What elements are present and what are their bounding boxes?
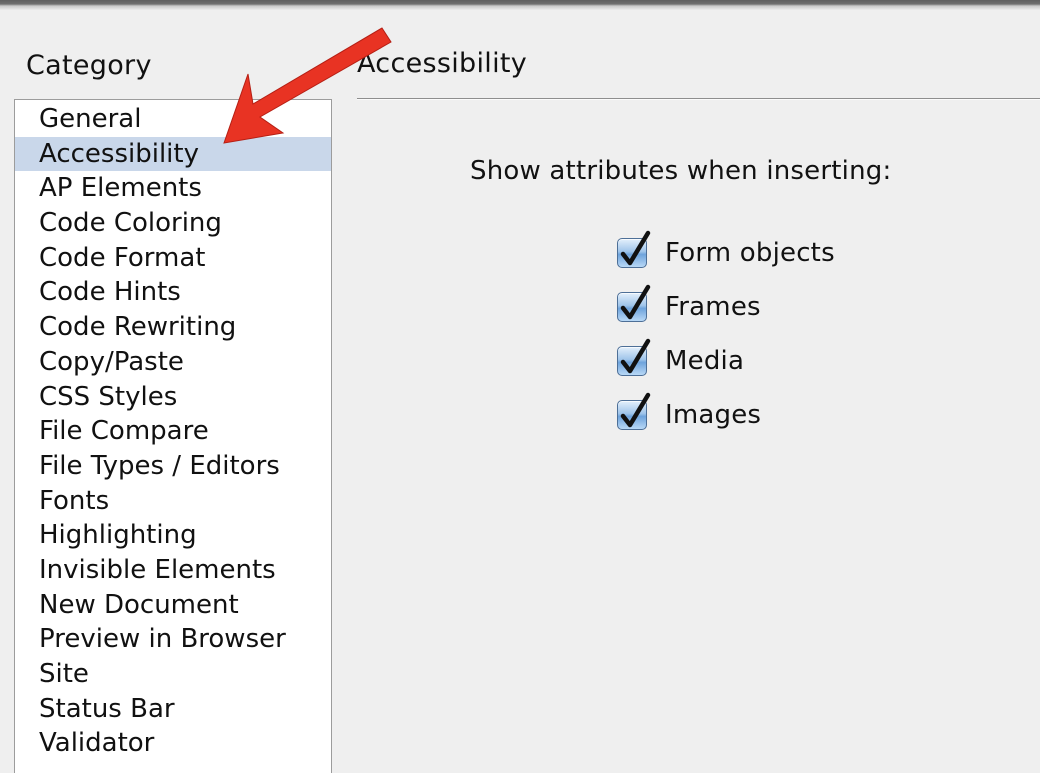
checkbox-row[interactable]: Frames	[617, 280, 835, 334]
category-item[interactable]: Site	[15, 657, 331, 692]
category-item[interactable]: Fonts	[15, 484, 331, 519]
section-heading: Show attributes when inserting:	[470, 156, 892, 186]
category-item[interactable]: New Document	[15, 588, 331, 623]
category-item[interactable]: File Compare	[15, 414, 331, 449]
category-item[interactable]: Code Format	[15, 241, 331, 276]
category-item[interactable]: Highlighting	[15, 518, 331, 553]
category-item[interactable]: Accessibility	[15, 136, 331, 172]
preferences-window: Category General Accessibility AP Elements…	[0, 0, 1040, 773]
category-item[interactable]: CSS Styles	[15, 380, 331, 415]
category-list[interactable]: General Accessibility AP Elements Code Colo…	[14, 99, 332, 773]
checkbox[interactable]	[617, 284, 651, 322]
category-label: Category	[26, 50, 152, 81]
checkmark-icon	[620, 338, 651, 374]
checkmark-icon	[620, 392, 651, 428]
checkbox-row[interactable]: Images	[617, 388, 835, 442]
window-top-edge	[0, 0, 1040, 10]
checkbox[interactable]	[617, 230, 651, 268]
category-item[interactable]: AP Elements	[15, 171, 331, 206]
category-item[interactable]: File Types / Editors	[15, 449, 331, 484]
category-item[interactable]: Status Bar	[15, 692, 331, 727]
checkbox-row[interactable]: Media	[617, 334, 835, 388]
category-item[interactable]: Copy/Paste	[15, 345, 331, 380]
panel-divider	[357, 98, 1040, 100]
category-item[interactable]: Invisible Elements	[15, 553, 331, 588]
category-item[interactable]: Preview in Browser	[15, 622, 331, 657]
checkbox-label: Images	[665, 400, 762, 430]
panel-title: Accessibility	[357, 48, 528, 79]
checkbox-label: Frames	[665, 292, 761, 322]
checkbox[interactable]	[617, 338, 651, 376]
category-item[interactable]: Code Coloring	[15, 206, 331, 241]
attribute-checkbox-list: Form objects Frames Media Images	[617, 226, 835, 442]
checkbox-label: Media	[665, 346, 745, 376]
checkbox[interactable]	[617, 392, 651, 430]
category-item[interactable]: General	[15, 102, 331, 137]
checkmark-icon	[620, 284, 651, 320]
category-item[interactable]: Code Rewriting	[15, 310, 331, 345]
category-item[interactable]: Code Hints	[15, 275, 331, 310]
checkmark-icon	[620, 230, 651, 266]
checkbox-row[interactable]: Form objects	[617, 226, 835, 280]
category-item[interactable]: Validator	[15, 726, 331, 761]
checkbox-label: Form objects	[665, 238, 835, 268]
